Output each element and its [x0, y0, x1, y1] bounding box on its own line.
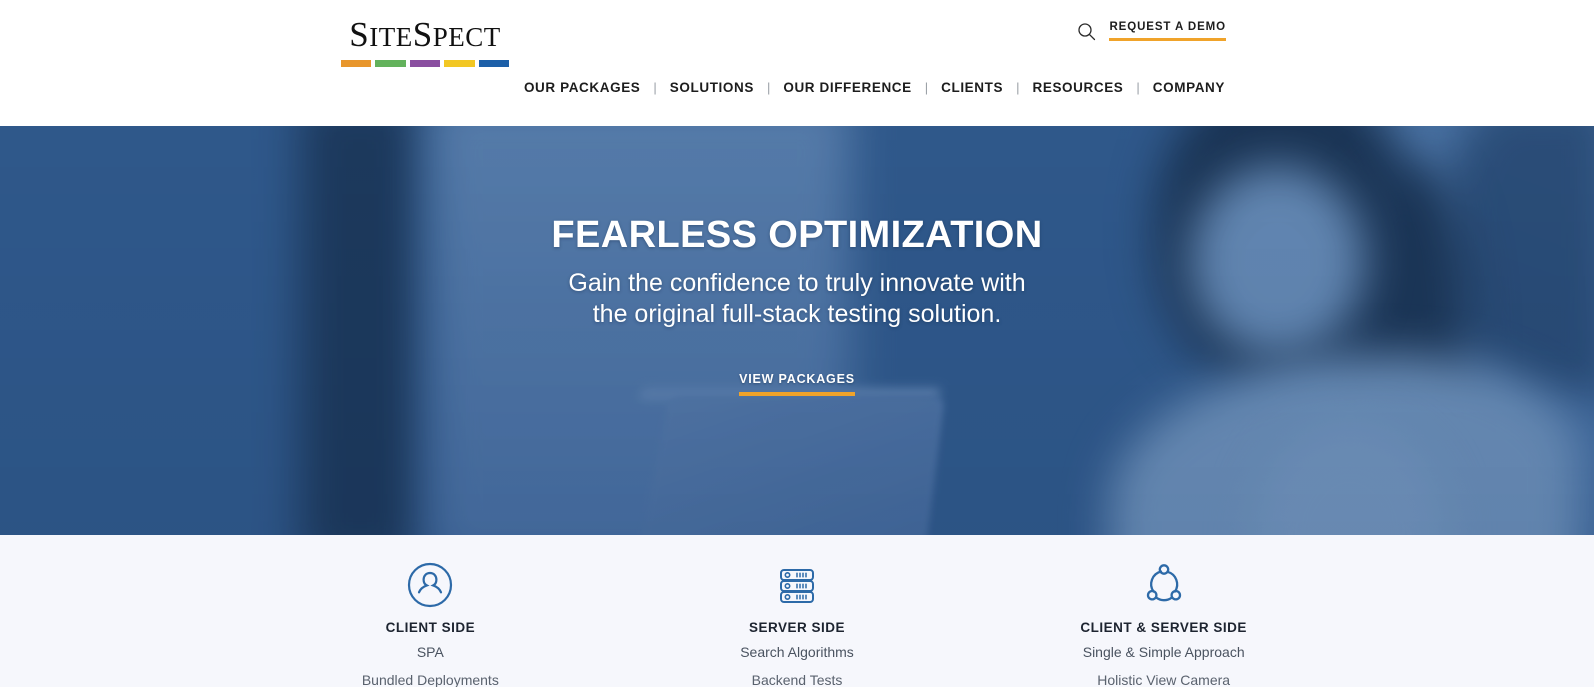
nav-separator: |: [1016, 80, 1020, 95]
feature-line-2: Bundled Deployments: [361, 672, 499, 687]
nav-item-our-difference[interactable]: OUR DIFFERENCE: [782, 80, 912, 95]
features-row: CLIENT SIDE SPA Bundled Deployments SERV…: [247, 561, 1347, 687]
feature-client-and-server-side[interactable]: CLIENT & SERVER SIDE Single & Simple App…: [980, 561, 1347, 687]
hero-banner: FEARLESS OPTIMIZATION Gain the confidenc…: [0, 126, 1594, 535]
search-icon[interactable]: [1075, 20, 1097, 42]
logo-bar-green: [375, 60, 406, 67]
network-nodes-icon: [1140, 561, 1188, 609]
feature-line-2: Holistic View Camera: [1097, 672, 1231, 687]
logo-text-ite: ITE: [369, 22, 413, 52]
logo-text-pect: PECT: [432, 22, 501, 52]
site-logo[interactable]: SITESPECT: [341, 16, 510, 67]
feature-title: CLIENT & SERVER SIDE: [1080, 620, 1247, 635]
view-packages-button[interactable]: VIEW PACKAGES: [739, 372, 855, 396]
main-navigation: OUR PACKAGES | SOLUTIONS | OUR DIFFERENC…: [0, 80, 1226, 95]
feature-title: SERVER SIDE: [748, 620, 846, 635]
nav-separator: |: [1136, 80, 1140, 95]
logo-wordmark: SITESPECT: [341, 16, 509, 56]
server-rack-icon: [773, 561, 821, 609]
logo-bar-orange: [341, 60, 372, 67]
nav-separator: |: [924, 80, 929, 95]
user-circle-icon: [406, 561, 454, 609]
hero-subheadline-line-2: the original full-stack testing solution…: [592, 300, 1002, 328]
logo-color-bars: [341, 60, 510, 67]
logo-text-s1: S: [349, 15, 370, 54]
nav-item-company[interactable]: COMPANY: [1152, 80, 1226, 95]
hero-subheadline-line-1: Gain the confidence to truly innovate wi…: [568, 269, 1026, 297]
nav-item-our-packages[interactable]: OUR PACKAGES: [523, 80, 641, 95]
nav-item-clients[interactable]: CLIENTS: [940, 80, 1004, 95]
logo-bar-yellow: [444, 60, 475, 67]
feature-line-1: Search Algorithms: [740, 644, 854, 660]
feature-client-side[interactable]: CLIENT SIDE SPA Bundled Deployments: [247, 561, 614, 687]
feature-title: CLIENT SIDE: [385, 620, 476, 635]
site-header: SITESPECT REQUEST A DEMO OUR PACKAGES | …: [0, 0, 1594, 126]
request-demo-button[interactable]: REQUEST A DEMO: [1109, 21, 1226, 41]
logo-bar-purple: [409, 60, 441, 67]
nav-separator: |: [653, 80, 657, 95]
header-utility-bar: REQUEST A DEMO: [1075, 20, 1226, 42]
feature-server-side[interactable]: SERVER SIDE Search Algorithms Backend Te…: [614, 561, 981, 687]
hero-subheadline: Gain the confidence to truly innovate wi…: [568, 268, 1025, 330]
hero-headline: FEARLESS OPTIMIZATION: [551, 214, 1043, 256]
feature-line-1: SPA: [416, 644, 444, 660]
logo-text-s2: S: [412, 15, 433, 54]
nav-separator: |: [766, 80, 771, 95]
feature-line-2: Backend Tests: [751, 672, 843, 687]
feature-line-1: Single & Simple Approach: [1082, 644, 1245, 660]
nav-item-solutions[interactable]: SOLUTIONS: [669, 80, 755, 95]
nav-item-resources[interactable]: RESOURCES: [1031, 80, 1124, 95]
hero-content: FEARLESS OPTIMIZATION Gain the confidenc…: [0, 126, 1594, 535]
logo-bar-blue: [478, 60, 510, 67]
features-section: CLIENT SIDE SPA Bundled Deployments SERV…: [0, 535, 1594, 687]
